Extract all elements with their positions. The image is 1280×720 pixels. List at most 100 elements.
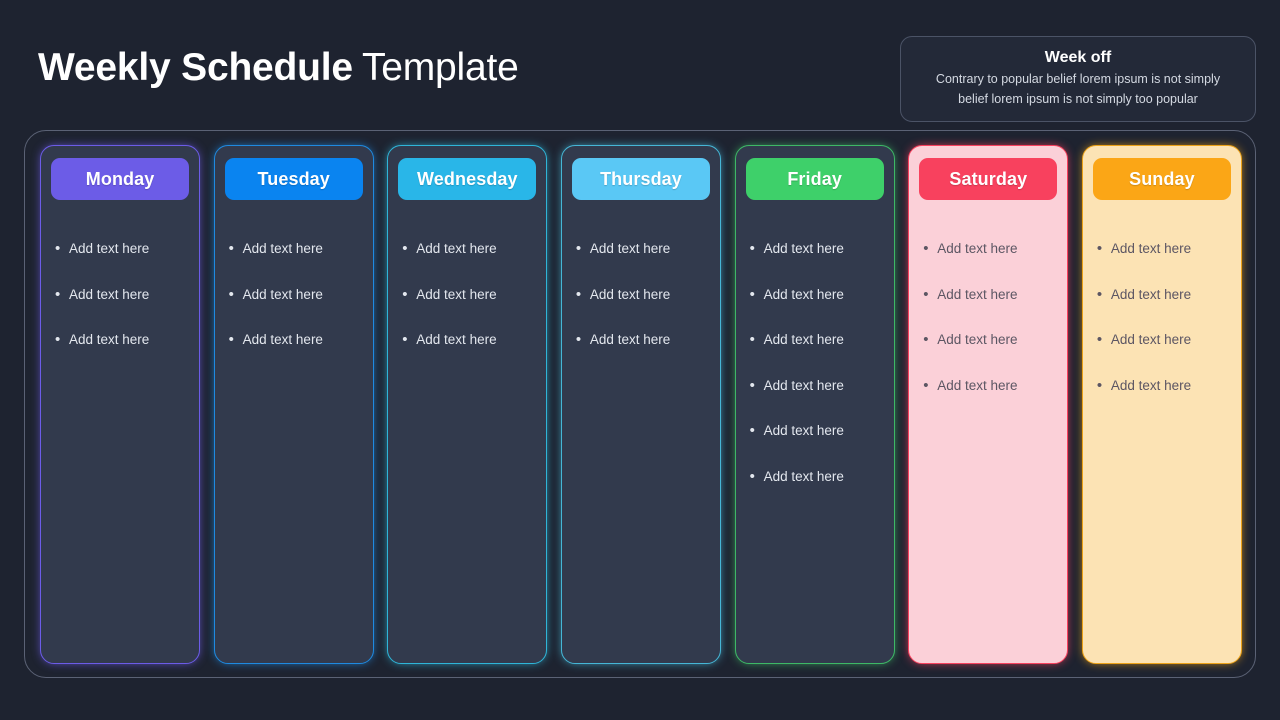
- bullet-icon: •: [55, 331, 61, 348]
- bullet-icon: •: [228, 240, 234, 257]
- list-item[interactable]: • Add text here: [923, 331, 1057, 349]
- day-header-friday[interactable]: Friday: [745, 158, 884, 200]
- list-item-label: Add text here: [69, 241, 150, 256]
- day-header-saturday[interactable]: Saturday: [919, 158, 1058, 200]
- list-item-label: Add text here: [589, 241, 671, 256]
- bullet-icon: •: [575, 331, 582, 348]
- list-item[interactable]: • Add text here: [229, 286, 363, 304]
- page-header: Weekly Schedule Template: [38, 40, 858, 96]
- day-card-sunday[interactable]: Sunday • Add text here • Add text here • Add t…: [1081, 145, 1242, 664]
- day-card-friday[interactable]: Friday • Add text here • Add text here • Add t…: [734, 145, 895, 664]
- list-item[interactable]: • Add text here: [1097, 286, 1231, 304]
- list-item[interactable]: • Add text here: [229, 331, 363, 349]
- day-card-saturday[interactable]: Saturday • Add text here • Add text here • Add…: [908, 145, 1069, 664]
- list-item-label: Add text here: [242, 332, 323, 347]
- list-item[interactable]: • Add text here: [750, 468, 884, 486]
- day-card-tuesday[interactable]: Tuesday • Add text here • Add text here • Add …: [213, 145, 374, 664]
- day-list-friday: • Add text here • Add text here • Add text he…: [746, 240, 884, 513]
- list-item-label: Add text here: [416, 286, 497, 302]
- day-list-monday: • Add text here • Add text here • Add text he…: [51, 240, 189, 377]
- week-off-line-1: Contrary to popular belief lorem ipsum i…: [935, 72, 1221, 86]
- list-item[interactable]: • Add text here: [1097, 377, 1231, 395]
- bullet-icon: •: [749, 467, 755, 485]
- day-card-monday[interactable]: Monday • Add text here • Add text here • Add t…: [40, 145, 201, 664]
- list-item-label: Add text here: [416, 241, 497, 256]
- day-list-thursday: • Add text here • Add text here • Add text he…: [572, 240, 710, 377]
- day-header-wednesday[interactable]: Wednesday: [398, 158, 537, 200]
- list-item-label: Add text here: [763, 468, 844, 484]
- bullet-icon: •: [55, 285, 61, 303]
- list-item[interactable]: • Add text here: [750, 377, 884, 395]
- schedule-board: Monday • Add text here • Add text here • Add t…: [24, 130, 1256, 678]
- day-list-saturday: • Add text here • Add text here • Add text he…: [919, 240, 1057, 422]
- list-item[interactable]: • Add text here: [55, 331, 189, 349]
- bullet-icon: •: [55, 240, 61, 257]
- list-item[interactable]: • Add text here: [576, 286, 710, 304]
- bullet-icon: •: [575, 240, 582, 257]
- list-item[interactable]: • Add text here: [1097, 331, 1231, 349]
- page-title-light: Template: [361, 46, 519, 89]
- bullet-icon: •: [228, 285, 234, 303]
- bullet-icon: •: [749, 376, 755, 394]
- list-item[interactable]: • Add text here: [750, 240, 884, 258]
- list-item-label: Add text here: [69, 286, 150, 302]
- week-off-note: Week off Contrary to popular belief lore…: [900, 36, 1256, 122]
- page-title: Weekly Schedule Template: [38, 43, 519, 93]
- bullet-icon: •: [749, 240, 755, 257]
- list-item-label: Add text here: [1110, 286, 1192, 302]
- list-item[interactable]: • Add text here: [923, 240, 1057, 258]
- list-item-label: Add text here: [69, 332, 150, 347]
- list-item[interactable]: • Add text here: [750, 422, 884, 440]
- list-item[interactable]: • Add text here: [750, 286, 884, 304]
- list-item-label: Add text here: [589, 332, 671, 347]
- day-card-wednesday[interactable]: Wednesday • Add text here • Add text here • Ad…: [387, 145, 548, 664]
- day-list-sunday: • Add text here • Add text here • Add text he…: [1093, 240, 1231, 422]
- list-item-label: Add text here: [937, 241, 1018, 256]
- list-item-label: Add text here: [763, 377, 844, 393]
- list-item[interactable]: • Add text here: [402, 240, 536, 258]
- day-list-tuesday: • Add text here • Add text here • Add text he…: [225, 240, 363, 377]
- week-off-title: Week off: [1044, 49, 1112, 66]
- list-item-label: Add text here: [416, 332, 497, 347]
- list-item-label: Add text here: [763, 423, 844, 438]
- bullet-icon: •: [1096, 376, 1103, 394]
- page-title-strong: Weekly Schedule: [38, 46, 353, 89]
- bullet-icon: •: [1096, 240, 1103, 257]
- bullet-icon: •: [575, 285, 582, 303]
- list-item[interactable]: • Add text here: [55, 240, 189, 258]
- bullet-icon: •: [923, 376, 929, 394]
- list-item-label: Add text here: [589, 286, 671, 302]
- list-item-label: Add text here: [763, 332, 844, 347]
- day-header-tuesday[interactable]: Tuesday: [224, 158, 363, 200]
- bullet-icon: •: [923, 331, 929, 348]
- list-item-label: Add text here: [937, 286, 1018, 302]
- day-list-wednesday: • Add text here • Add text here • Add text he…: [398, 240, 536, 377]
- day-header-sunday[interactable]: Sunday: [1092, 158, 1231, 200]
- day-columns: Monday • Add text here • Add text here • Add t…: [40, 145, 1242, 664]
- list-item[interactable]: • Add text here: [923, 377, 1057, 395]
- day-header-thursday[interactable]: Thursday: [571, 158, 711, 200]
- list-item-label: Add text here: [242, 241, 323, 256]
- list-item[interactable]: • Add text here: [576, 240, 710, 258]
- bullet-icon: •: [402, 331, 408, 348]
- list-item[interactable]: • Add text here: [750, 331, 884, 349]
- bullet-icon: •: [402, 285, 408, 303]
- bullet-icon: •: [749, 422, 755, 439]
- list-item-label: Add text here: [1110, 241, 1192, 256]
- list-item[interactable]: • Add text here: [402, 286, 536, 304]
- list-item-label: Add text here: [242, 286, 323, 302]
- list-item-label: Add text here: [763, 241, 844, 256]
- bullet-icon: •: [749, 285, 755, 303]
- day-header-monday[interactable]: Monday: [51, 158, 190, 200]
- list-item[interactable]: • Add text here: [1097, 240, 1231, 258]
- list-item[interactable]: • Add text here: [576, 331, 710, 349]
- bullet-icon: •: [923, 285, 929, 303]
- list-item-label: Add text here: [937, 377, 1018, 393]
- week-off-line-2: belief lorem ipsum is not simply too pop…: [958, 92, 1198, 106]
- day-card-thursday[interactable]: Thursday • Add text here • Add text here • Add…: [560, 145, 722, 664]
- list-item[interactable]: • Add text here: [55, 286, 189, 304]
- list-item[interactable]: • Add text here: [229, 240, 363, 258]
- list-item[interactable]: • Add text here: [402, 331, 536, 349]
- list-item[interactable]: • Add text here: [923, 286, 1057, 304]
- bullet-icon: •: [1096, 331, 1103, 348]
